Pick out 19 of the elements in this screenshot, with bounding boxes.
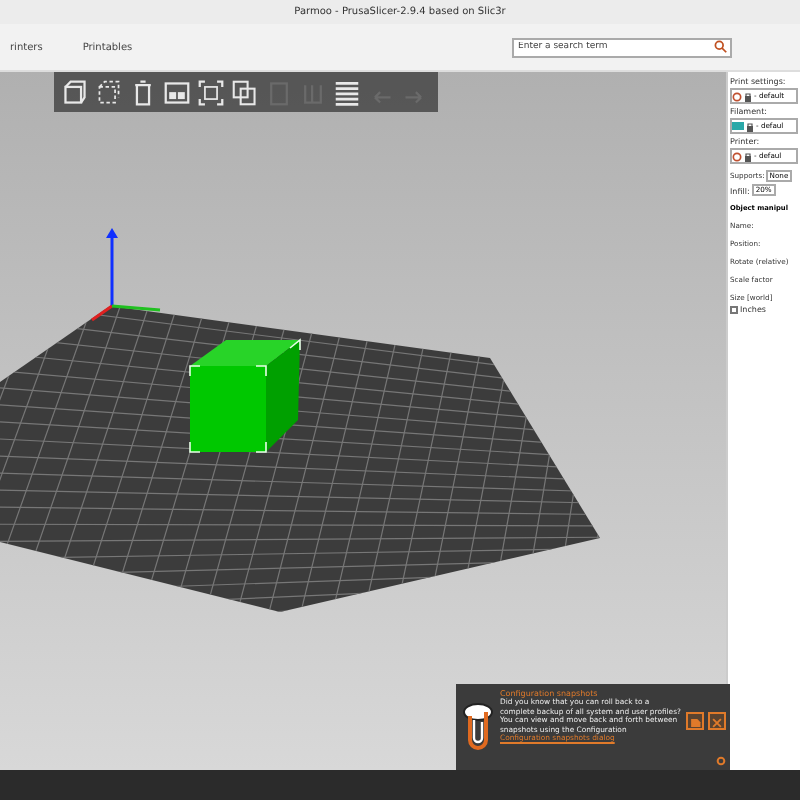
cube-icon[interactable] <box>60 77 90 107</box>
lock-icon <box>744 151 752 161</box>
gear-icon[interactable] <box>716 756 726 766</box>
preset-icon <box>732 151 742 161</box>
snapshot-button[interactable] <box>686 712 704 730</box>
checkbox[interactable] <box>730 305 738 313</box>
layers-icon[interactable] <box>332 77 362 107</box>
frame-icon[interactable] <box>196 77 226 107</box>
preset-icon <box>732 91 742 101</box>
search-icon <box>714 40 728 54</box>
axes-drawing <box>91 228 161 322</box>
lock-icon <box>744 91 752 101</box>
cube-drawing <box>189 338 301 453</box>
copy-icon[interactable] <box>230 77 260 107</box>
paperclip-mascot-icon <box>460 700 496 752</box>
layout-icon[interactable] <box>162 77 192 107</box>
dashed-cube-icon[interactable] <box>94 77 124 107</box>
close-button[interactable] <box>708 712 726 730</box>
lock-icon <box>746 121 754 131</box>
